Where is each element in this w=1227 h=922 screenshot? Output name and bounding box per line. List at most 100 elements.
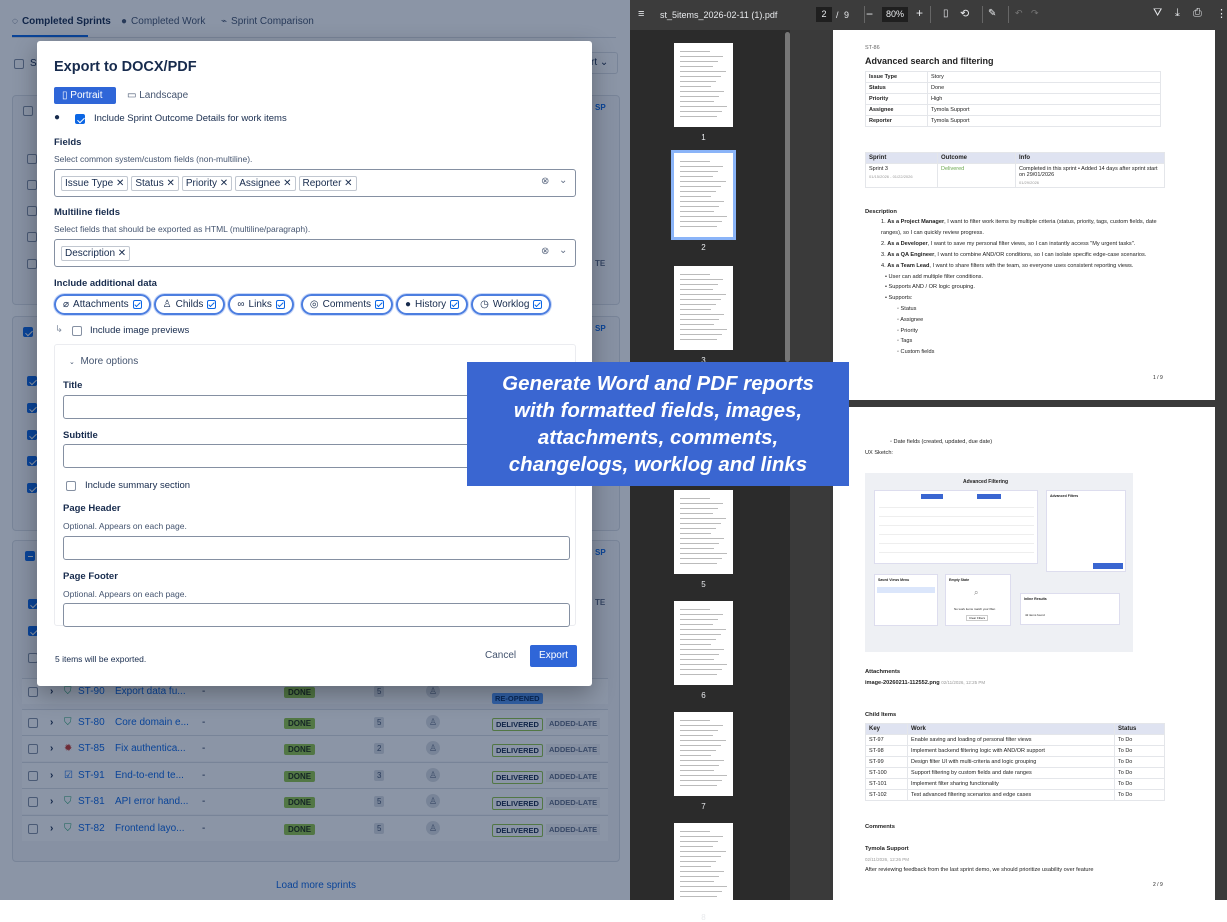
attachments-toggle[interactable]: ⌀ Attachments xyxy=(54,294,151,315)
child-row: ST-98 Implement backend filtering logic w… xyxy=(865,745,1165,757)
thumbnail-line xyxy=(680,548,714,549)
bullet-text: Supports AND / OR logic grouping. xyxy=(888,284,975,291)
redo-icon[interactable]: ↷ xyxy=(1031,8,1039,19)
field-chip[interactable]: Reporter ✕ xyxy=(298,176,357,191)
page-thumbnail[interactable] xyxy=(674,490,733,574)
child-cell: Design filter UI with multi-criteria and… xyxy=(907,756,1115,768)
zoom-input[interactable]: 80% xyxy=(882,7,908,22)
banner-line: attachments, comments, xyxy=(537,426,779,449)
page-header-input[interactable] xyxy=(63,536,570,560)
history-toggle[interactable]: ● History xyxy=(395,294,469,315)
thumbnail-line xyxy=(680,614,723,615)
page-thumbnail[interactable] xyxy=(674,712,733,796)
sub-bullet-item: ◦ Tags xyxy=(897,338,913,345)
comments-label: Comments xyxy=(865,824,895,830)
annotate-icon[interactable]: ✎ xyxy=(988,8,996,19)
page-number-input[interactable]: 2 xyxy=(816,7,832,22)
thumbnail-line xyxy=(680,279,723,280)
sprint-outcome-checkbox[interactable] xyxy=(75,114,85,124)
page-thumbnail[interactable] xyxy=(674,823,733,907)
fit-page-icon[interactable]: ▯ xyxy=(943,8,949,19)
menu-icon[interactable]: ≡ xyxy=(638,8,644,20)
thumbnail-label: 5 xyxy=(701,580,706,589)
thumbnail-line xyxy=(680,896,717,897)
page-footer-label: Page Footer xyxy=(63,571,118,582)
sprint-info-date: 01/29/2026 xyxy=(1019,180,1040,185)
story-number: 3. xyxy=(881,251,886,258)
page-thumbnail[interactable] xyxy=(671,150,736,240)
links-toggle[interactable]: ∞ Links xyxy=(228,294,294,315)
pdf-page-1: ST-86 Advanced search and filtering Issu… xyxy=(833,30,1215,400)
undo-icon[interactable]: ↶ xyxy=(1015,8,1023,19)
comments-toggle[interactable]: ◎ Comments xyxy=(300,294,393,315)
clear-icon[interactable]: ⊗ xyxy=(541,246,549,257)
chevron-down-icon[interactable]: ⌄ xyxy=(559,175,567,186)
field-chip[interactable]: Assignee ✕ xyxy=(235,176,296,191)
thumbnail-line xyxy=(680,61,718,62)
thumbnail-line xyxy=(680,299,721,300)
col-header: Info xyxy=(1015,152,1165,164)
page-thumbnail[interactable] xyxy=(674,266,733,350)
checkbox-icon xyxy=(132,300,142,309)
additional-data-pills: ⌀ Attachments ♙ Childs ∞ Links ◎ Comments ● Histo… xyxy=(54,294,554,315)
thumbnail-scrollbar[interactable] xyxy=(785,32,790,362)
childs-toggle[interactable]: ♙ Childs xyxy=(153,294,226,315)
child-cell: Enable saving and loading of personal fi… xyxy=(907,734,1115,746)
page-footer-input[interactable] xyxy=(63,603,570,627)
landscape-button[interactable]: ▭ Landscape xyxy=(127,90,188,101)
multiline-label: Multiline fields xyxy=(54,207,120,218)
clock-icon: ● xyxy=(404,299,412,310)
title-label: Title xyxy=(63,380,83,391)
field-chip[interactable]: Status ✕ xyxy=(131,176,179,191)
page-thumbnail[interactable] xyxy=(674,601,733,685)
zoom-out-icon[interactable]: − xyxy=(866,7,873,21)
thumbnail-label: 7 xyxy=(701,802,706,811)
chevron-down-icon: ⌄ xyxy=(69,359,75,366)
portrait-button[interactable]: ▯ Portrait xyxy=(54,87,116,104)
ux-sketch-image: Advanced Filtering Advanced Filters Save… xyxy=(865,473,1133,652)
thumbnail-line xyxy=(680,866,711,867)
thumbnail-line xyxy=(680,86,711,87)
chevron-down-icon[interactable]: ⌄ xyxy=(559,245,567,256)
worklog-toggle[interactable]: ◷ Worklog xyxy=(471,294,552,315)
print-icon[interactable]: ⎙ xyxy=(1193,7,1202,20)
more-options-toggle[interactable]: ⌄ More options xyxy=(69,356,138,367)
thumbnail-line xyxy=(680,891,722,892)
story-item: 4. As a Team Lead, I want to share filte… xyxy=(881,261,1171,272)
pdf-filename: st_5items_2026-02-11 (1).pdf xyxy=(660,10,778,20)
thumbnail-line xyxy=(680,664,727,665)
field-chip[interactable]: Description ✕ xyxy=(61,246,131,261)
page-separator: / xyxy=(836,10,839,20)
multiline-select[interactable]: Description ✕ ⊗ ⌄ xyxy=(54,239,576,267)
clear-icon[interactable]: ⊗ xyxy=(541,176,549,187)
field-row: Reporter Tymola Support xyxy=(865,115,1161,127)
thumbnail-line xyxy=(680,563,717,564)
thumbnail-line xyxy=(680,66,713,67)
thumbnail-line xyxy=(680,871,724,872)
fields-select[interactable]: Issue Type ✕ Status ✕ Priority ✕ Assignee ✕… xyxy=(54,169,576,197)
thumbnail-line xyxy=(680,725,723,726)
thumbnail-line xyxy=(680,76,721,77)
more-icon[interactable]: ⋮ xyxy=(1216,7,1227,20)
field-chip[interactable]: Priority ✕ xyxy=(181,176,233,191)
download-icon[interactable]: ⤓ xyxy=(1175,7,1180,20)
cancel-button[interactable]: Cancel xyxy=(485,650,516,661)
sprint-info: Completed in this sprint • Added 14 days… xyxy=(1019,166,1158,178)
export-button[interactable]: Export xyxy=(530,645,577,667)
page-thumbnail[interactable] xyxy=(674,43,733,127)
rotate-icon[interactable]: ⟲ xyxy=(960,7,969,20)
attachment-name[interactable]: image-20260211-112552.png xyxy=(865,680,940,686)
clock-icon: ● xyxy=(54,112,61,123)
summary-checkbox[interactable] xyxy=(66,481,76,491)
thumbnail-line xyxy=(680,558,722,559)
drive-icon[interactable]: ⛛ xyxy=(1153,7,1162,20)
child-cell: To Do xyxy=(1114,767,1165,779)
thumbnail-line xyxy=(680,735,713,736)
field-chip[interactable]: Issue Type ✕ xyxy=(61,176,129,191)
thumbnail-line xyxy=(680,211,714,212)
sub-bullet-item: ◦ Priority xyxy=(897,327,918,334)
bullet-text: Status xyxy=(900,306,917,313)
image-previews-checkbox[interactable] xyxy=(72,326,82,336)
paperclip-icon: ⌀ xyxy=(63,299,70,310)
zoom-in-icon[interactable]: + xyxy=(916,6,923,20)
